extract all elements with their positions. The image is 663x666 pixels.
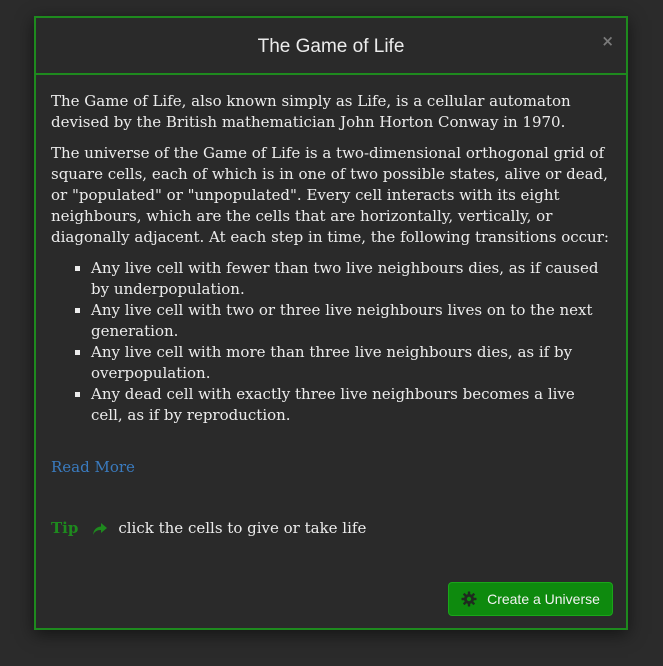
rule-underpopulation: Any live cell with fewer than two live n… bbox=[91, 258, 611, 300]
tip-text: click the cells to give or take life bbox=[118, 519, 367, 537]
gear-icon bbox=[461, 591, 477, 607]
modal-title: The Game of Life bbox=[257, 36, 405, 57]
tip-row: Tip click the cells to give or take life bbox=[51, 518, 611, 539]
rule-overpopulation: Any live cell with more than three live … bbox=[91, 342, 611, 384]
rule-reproduction: Any dead cell with exactly three live ne… bbox=[91, 384, 611, 426]
create-universe-label: Create a Universe bbox=[487, 591, 600, 607]
share-arrow-icon bbox=[93, 522, 108, 535]
modal-body: The Game of Life, also known simply as L… bbox=[36, 75, 626, 539]
rule-survival: Any live cell with two or three live nei… bbox=[91, 300, 611, 342]
rules-list: Any live cell with fewer than two live n… bbox=[51, 258, 611, 426]
modal-header: The Game of Life × bbox=[36, 18, 626, 75]
close-button[interactable]: × bbox=[601, 34, 614, 49]
tip-label: Tip bbox=[51, 519, 79, 537]
read-more-link[interactable]: Read More bbox=[51, 457, 135, 478]
intro-paragraph: The Game of Life, also known simply as L… bbox=[51, 92, 571, 131]
create-universe-button[interactable]: Create a Universe bbox=[448, 582, 613, 616]
universe-paragraph: The universe of the Game of Life is a tw… bbox=[51, 144, 609, 246]
game-of-life-modal: The Game of Life × The Game of Life, als… bbox=[34, 16, 628, 630]
